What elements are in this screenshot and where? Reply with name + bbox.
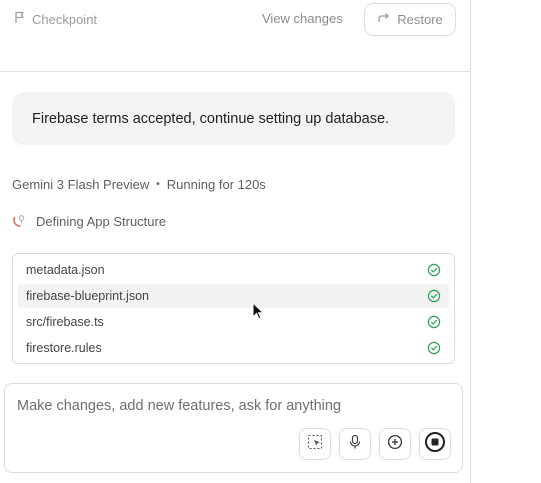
file-row[interactable]: metadata.json <box>18 258 449 282</box>
stop-icon <box>424 431 446 458</box>
select-element-button[interactable] <box>299 428 331 460</box>
file-row[interactable]: firebase-blueprint.json <box>18 284 449 308</box>
flag-icon <box>14 11 26 27</box>
file-name: src/firebase.ts <box>26 315 104 329</box>
add-button[interactable] <box>379 428 411 460</box>
file-row[interactable]: firestore.rules <box>18 336 449 360</box>
stop-button[interactable] <box>419 428 451 460</box>
check-circle-icon <box>427 315 441 332</box>
model-status: Gemini 3 Flash Preview • Running for 120… <box>12 177 266 192</box>
checkpoint-bar: Checkpoint View changes Restore <box>0 0 471 38</box>
divider <box>0 71 471 72</box>
restore-button[interactable]: Restore <box>364 3 456 36</box>
file-name: firebase-blueprint.json <box>26 289 149 303</box>
select-element-icon <box>307 434 323 455</box>
current-step: Defining App Structure <box>12 212 166 231</box>
file-name: firestore.rules <box>26 341 102 355</box>
microphone-icon <box>348 434 362 455</box>
restore-label: Restore <box>397 12 443 27</box>
check-circle-icon <box>427 289 441 306</box>
current-step-label: Defining App Structure <box>36 214 167 229</box>
user-message-text: Firebase terms accepted, continue settin… <box>32 110 390 127</box>
spinner-icon <box>12 212 28 231</box>
chat-panel: Checkpoint View changes Restore Firebase… <box>0 0 471 483</box>
mouse-cursor-icon <box>252 301 265 325</box>
right-pane <box>472 0 541 483</box>
model-name: Gemini 3 Flash Preview <box>12 177 150 192</box>
view-changes-link[interactable]: View changes <box>262 11 343 26</box>
running-time: Running for 120s <box>166 177 266 192</box>
file-row[interactable]: src/firebase.ts <box>18 310 449 334</box>
status-separator: • <box>156 179 160 190</box>
checkpoint-label: Checkpoint <box>32 11 98 27</box>
checkpoint[interactable]: Checkpoint <box>14 11 97 27</box>
file-name: metadata.json <box>26 263 105 277</box>
prompt-input[interactable]: Make changes, add new features, ask for … <box>17 398 341 414</box>
files-list: metadata.json firebase-blueprint.json sr… <box>12 253 455 364</box>
plus-circle-icon <box>387 434 403 455</box>
composer: Make changes, add new features, ask for … <box>4 383 463 473</box>
restore-arrow-icon <box>377 12 390 27</box>
microphone-button[interactable] <box>339 428 371 460</box>
check-circle-icon <box>427 263 441 280</box>
check-circle-icon <box>427 341 441 358</box>
user-message-bubble: Firebase terms accepted, continue settin… <box>12 92 455 145</box>
